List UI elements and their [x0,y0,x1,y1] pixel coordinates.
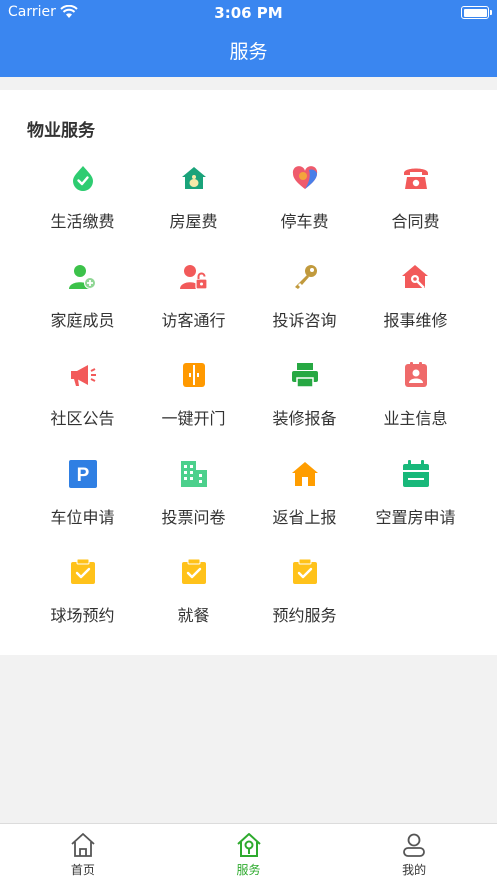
service-label: 就餐 [177,606,210,625]
service-label: 停车费 [280,212,329,231]
page-title: 服务 [229,41,268,63]
property-services-card: 物业服务 生活缴费 房屋费 停车费 合同费 家庭成员 访客通行 投诉咨询 报事维… [0,90,497,655]
service-label: 房屋费 [169,212,218,231]
clock: 3:06 PM [214,4,283,22]
service-item[interactable]: 返省上报 [249,456,360,555]
user-icon [403,833,426,857]
door-icon [180,361,208,389]
service-label: 家庭成员 [50,310,115,330]
calendar-icon [402,459,430,488]
clipboard-check-icon [291,558,319,586]
service-item[interactable]: 空置房申请 [360,456,471,555]
service-item[interactable]: 社区公告 [27,357,138,456]
house-wrench-icon [402,263,430,291]
services-grid: 生活缴费 房屋费 停车费 合同费 家庭成员 访客通行 投诉咨询 报事维修 社区公… [27,160,471,653]
service-label: 空置房申请 [375,507,456,527]
tab-home[interactable]: 首页 [0,824,166,883]
service-item[interactable]: 球场预约 [27,554,138,653]
section-title: 物业服务 [27,121,95,141]
house-icon [291,460,319,488]
house-money-icon [180,164,208,192]
service-item[interactable]: 合同费 [360,160,471,259]
service-item[interactable]: 房屋费 [138,160,249,259]
heart-icon [291,164,319,192]
service-label: 业主信息 [383,409,448,428]
service-item[interactable]: 业主信息 [360,357,471,456]
service-item[interactable]: 就餐 [138,554,249,653]
megaphone-icon [69,361,97,389]
service-item[interactable]: 预约服务 [249,554,360,653]
service-label: 车位申请 [50,507,115,527]
service-label: 生活缴费 [50,212,115,231]
battery-icon [461,6,492,19]
tab-label: 首页 [70,863,95,877]
tab-profile[interactable]: 我的 [331,824,497,883]
home-icon [71,833,95,857]
service-item[interactable]: 报事维修 [360,259,471,358]
top-bar: Carrier 3:06 PM 服务 [0,0,497,77]
service-item[interactable]: 停车费 [249,160,360,259]
parking-icon: P [69,459,97,488]
clipboard-check-icon [69,558,97,586]
svg-text:P: P [77,465,90,486]
service-home-icon [236,833,261,857]
service-label: 返省上报 [272,507,337,527]
key-icon [291,263,319,291]
service-label: 访客通行 [161,310,226,330]
service-label: 装修报备 [272,409,337,428]
tab-service[interactable]: 服务 [166,824,332,883]
bottom-tab-bar: 首页 服务 我的 [0,823,497,883]
tab-label: 我的 [402,863,427,877]
id-card-icon [402,361,430,389]
service-label: 投票问卷 [161,507,226,527]
service-item[interactable]: 访客通行 [138,259,249,358]
drop-check-icon [69,164,97,192]
service-label: 预约服务 [272,606,337,625]
user-add-icon [69,263,97,291]
service-item[interactable]: 家庭成员 [27,259,138,358]
service-item[interactable]: P 车位申请 [27,456,138,555]
service-item[interactable]: 装修报备 [249,357,360,456]
tab-label: 服务 [236,863,261,877]
user-lock-icon [180,263,208,291]
service-label: 合同费 [391,212,440,231]
service-item[interactable]: 一键开门 [138,357,249,456]
clipboard-check-icon [180,558,208,586]
status-bar: Carrier 3:06 PM [0,0,497,26]
service-item[interactable]: 投票问卷 [138,456,249,555]
building-icon [180,460,208,488]
service-label: 球场预约 [50,606,115,625]
service-item[interactable]: 生活缴费 [27,160,138,259]
printer-icon [291,361,319,389]
service-label: 社区公告 [50,409,115,428]
service-label: 投诉咨询 [272,310,337,330]
service-label: 报事维修 [383,310,448,330]
service-label: 一键开门 [161,409,226,428]
telephone-icon [402,164,430,192]
service-item[interactable]: 投诉咨询 [249,259,360,358]
